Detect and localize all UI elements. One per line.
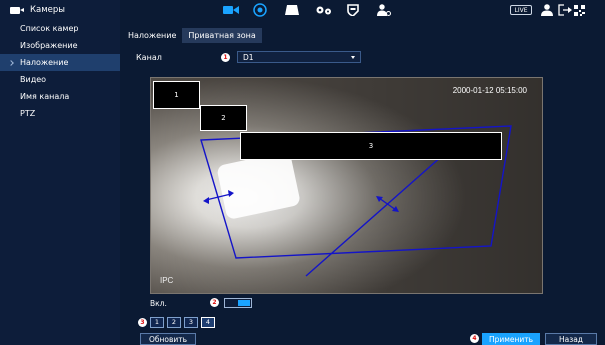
sidebar-item-ptz[interactable]: PTZ — [0, 105, 120, 122]
privacy-mask-3[interactable]: 3 — [240, 132, 502, 160]
live-button[interactable]: LIVE — [510, 5, 532, 15]
user-icon[interactable] — [541, 4, 553, 16]
camera-icon — [10, 6, 24, 14]
network-icon[interactable] — [253, 3, 267, 17]
camera-icon[interactable] — [223, 4, 239, 16]
zone-button-1[interactable]: 1 — [150, 316, 164, 328]
zone-button-4[interactable]: 4 — [201, 316, 215, 328]
back-button[interactable]: Назад — [545, 333, 597, 345]
enable-row: Вкл. 2 — [150, 297, 252, 309]
step-badge: 1 — [221, 52, 230, 62]
channel-row: Канал 1 D1 — [136, 50, 361, 64]
enable-toggle[interactable] — [224, 298, 252, 308]
sidebar-item-label: PTZ — [20, 109, 36, 118]
chevron-down-icon — [351, 56, 355, 59]
channel-select-value: D1 — [243, 52, 254, 62]
sidebar-item-video[interactable]: Видео — [0, 71, 120, 88]
sidebar-item-overlay[interactable]: Наложение — [0, 54, 120, 71]
step-badge: 4 — [470, 334, 479, 343]
privacy-mask-1[interactable]: 1 — [153, 81, 200, 109]
tab-bar: Наложение Приватная зона — [122, 28, 262, 43]
user-settings-icon[interactable] — [377, 4, 391, 16]
top-bar: LIVE — [120, 0, 605, 20]
sidebar-item-label: Изображение — [20, 41, 78, 50]
privacy-mask-2[interactable]: 2 — [200, 105, 247, 131]
storage-icon[interactable] — [285, 4, 299, 16]
logout-icon[interactable] — [558, 4, 572, 16]
sidebar-item-label: Видео — [20, 75, 47, 84]
qr-icon[interactable] — [574, 4, 585, 16]
sidebar-item-label: Наложение — [20, 58, 69, 67]
settings-icon[interactable] — [316, 4, 332, 16]
enable-label: Вкл. — [150, 298, 167, 308]
step-badge: 3 — [138, 317, 147, 327]
toggle-knob — [238, 300, 250, 306]
ipc-label: IPC — [160, 276, 174, 285]
step-badge: 2 — [210, 298, 219, 307]
shield-icon[interactable] — [347, 4, 359, 16]
sidebar-header-label: Камеры — [30, 5, 65, 15]
timestamp: 2000-01-12 05:15:00 — [452, 86, 527, 95]
zone-button-3[interactable]: 3 — [184, 316, 198, 328]
sidebar-item-image[interactable]: Изображение — [0, 37, 120, 54]
sidebar-item-channel-name[interactable]: Имя канала — [0, 88, 120, 105]
zone-button-2[interactable]: 2 — [167, 316, 181, 328]
sidebar-item-camera-list[interactable]: Список камер — [0, 20, 120, 37]
apply-button[interactable]: Применить — [482, 333, 540, 345]
sidebar-header[interactable]: Камеры — [0, 0, 120, 20]
tab-privacy-zone[interactable]: Приватная зона — [182, 28, 262, 43]
refresh-button[interactable]: Обновить — [140, 333, 196, 345]
channel-label: Канал — [136, 52, 162, 62]
channel-select[interactable]: D1 — [237, 51, 361, 63]
video-preview[interactable]: 2000-01-12 05:15:00 IPC 1 2 3 — [150, 77, 543, 294]
tab-overlay[interactable]: Наложение — [122, 28, 182, 43]
sidebar-item-label: Список камер — [20, 24, 79, 33]
sidebar-item-label: Имя канала — [20, 92, 70, 101]
zone-selector: 3 1 2 3 4 — [138, 316, 215, 328]
sidebar: Камеры Список камер Изображение Наложени… — [0, 0, 120, 345]
